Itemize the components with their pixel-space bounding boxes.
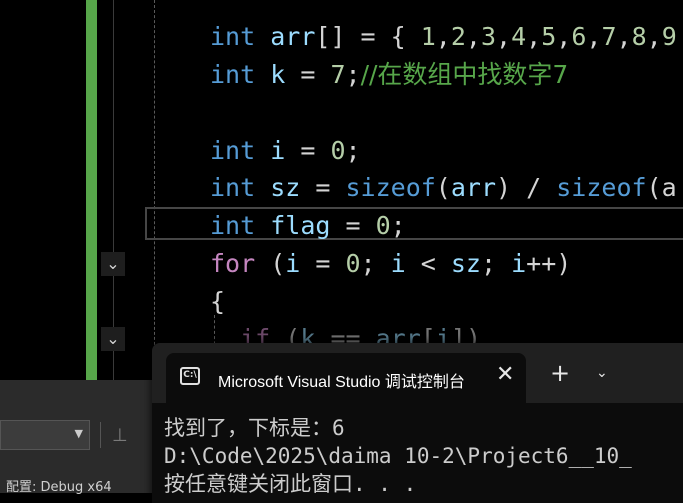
code-token: , bbox=[465, 22, 481, 51]
console-output-line: 找到了，下标是：6 bbox=[164, 416, 345, 440]
code-token: sizeof bbox=[556, 173, 647, 202]
code-token: arr bbox=[450, 173, 497, 202]
clear-icon[interactable]: ⊥ bbox=[112, 425, 128, 446]
config-dropdown[interactable]: ▼ bbox=[0, 420, 90, 450]
code-line[interactable]: int sz = sizeof(arr) / sizeof(a bbox=[210, 169, 677, 207]
code-token: int bbox=[210, 173, 256, 202]
code-token: flag bbox=[270, 211, 331, 240]
console-window[interactable]: C:\ Microsoft Visual Studio 调试控制台 ✕ + ⌄ … bbox=[152, 343, 683, 503]
code-token: 3 bbox=[480, 22, 497, 51]
code-line[interactable]: int arr[] = { 1,2,3,4,5,6,7,8,9 bbox=[210, 18, 677, 56]
code-token: [] = { bbox=[315, 22, 421, 51]
console-output-line: D:\Code\2025\daima 10-2\Project6__10_ bbox=[164, 444, 632, 468]
code-token: i bbox=[285, 249, 301, 278]
code-token: int bbox=[210, 211, 256, 240]
code-token: = bbox=[285, 60, 331, 89]
code-token: sz bbox=[450, 249, 481, 278]
console-titlebar: C:\ Microsoft Visual Studio 调试控制台 ✕ + ⌄ bbox=[152, 343, 683, 403]
code-token: 7 bbox=[601, 22, 617, 51]
code-token: i bbox=[270, 136, 286, 165]
console-icon: C:\ bbox=[180, 367, 200, 385]
code-token: k bbox=[270, 60, 286, 89]
fold-toggle-icon[interactable]: ⌄ bbox=[101, 252, 125, 276]
code-token: 0 bbox=[345, 249, 361, 278]
code-token: ; bbox=[360, 249, 391, 278]
code-token: 6 bbox=[571, 22, 587, 51]
code-token: ) / bbox=[496, 173, 557, 202]
code-token: 2 bbox=[450, 22, 466, 51]
code-token: int bbox=[210, 136, 256, 165]
code-token: , bbox=[616, 22, 632, 51]
code-token: (a bbox=[646, 173, 677, 202]
close-icon[interactable]: ✕ bbox=[496, 363, 514, 387]
code-token: = bbox=[300, 249, 346, 278]
console-output-line: 按任意键关闭此窗口. . . bbox=[164, 472, 417, 496]
chevron-down-icon[interactable]: ⌄ bbox=[596, 365, 608, 381]
code-token: ++) bbox=[526, 249, 572, 278]
code-token: 4 bbox=[511, 22, 527, 51]
code-token: , bbox=[586, 22, 602, 51]
code-token: = bbox=[300, 173, 346, 202]
code-line[interactable]: int flag = 0; bbox=[210, 207, 406, 245]
code-token: ; bbox=[390, 211, 406, 240]
new-tab-button[interactable]: + bbox=[550, 361, 570, 385]
fold-toggle-icon[interactable]: ⌄ bbox=[101, 327, 125, 351]
console-title: Microsoft Visual Studio 调试控制台 bbox=[218, 374, 465, 391]
code-token: 9 bbox=[661, 22, 677, 51]
code-token: int bbox=[210, 60, 256, 89]
code-token: 0 bbox=[375, 211, 391, 240]
code-token: , bbox=[496, 22, 512, 51]
code-token: ; bbox=[345, 136, 361, 165]
code-token: //在数组中找数字7 bbox=[360, 60, 569, 89]
console-tab[interactable]: C:\ Microsoft Visual Studio 调试控制台 ✕ bbox=[166, 353, 526, 403]
code-token: , bbox=[556, 22, 572, 51]
change-tracking-bar bbox=[86, 0, 97, 380]
code-token: int bbox=[210, 22, 256, 51]
code-token: sz bbox=[270, 173, 301, 202]
left-panel bbox=[0, 0, 85, 380]
code-token: for bbox=[210, 249, 256, 278]
code-token: 7 bbox=[330, 60, 346, 89]
code-token: 1 bbox=[420, 22, 436, 51]
code-token: , bbox=[435, 22, 451, 51]
gutter-divider bbox=[113, 0, 114, 380]
code-token: , bbox=[646, 22, 662, 51]
code-token: ( bbox=[255, 249, 286, 278]
code-token: = bbox=[330, 211, 376, 240]
indent-guide bbox=[154, 0, 155, 360]
code-line[interactable]: { bbox=[210, 283, 225, 321]
code-token: ; bbox=[480, 249, 512, 278]
code-line[interactable]: for (i = 0; i < sz; i++) bbox=[210, 245, 571, 283]
code-token: arr bbox=[270, 22, 316, 51]
chevron-down-icon: ▼ bbox=[74, 427, 83, 440]
code-token: 8 bbox=[631, 22, 647, 51]
toolbar-divider bbox=[100, 422, 101, 448]
code-token: 5 bbox=[541, 22, 557, 51]
code-token: ( bbox=[435, 173, 451, 202]
code-token: , bbox=[526, 22, 542, 51]
config-status: 配置: Debug x64 bbox=[6, 480, 112, 495]
code-token: ; bbox=[345, 60, 361, 89]
code-token: 0 bbox=[330, 136, 346, 165]
code-token: i bbox=[390, 249, 406, 278]
code-token: { bbox=[210, 287, 226, 316]
code-line[interactable]: int k = 7;//在数组中找数字7 bbox=[210, 56, 568, 94]
code-token: = bbox=[285, 136, 331, 165]
code-line[interactable]: int i = 0; bbox=[210, 132, 361, 170]
code-token: < bbox=[405, 249, 451, 278]
code-token: i bbox=[511, 249, 527, 278]
code-token: sizeof bbox=[345, 173, 436, 202]
